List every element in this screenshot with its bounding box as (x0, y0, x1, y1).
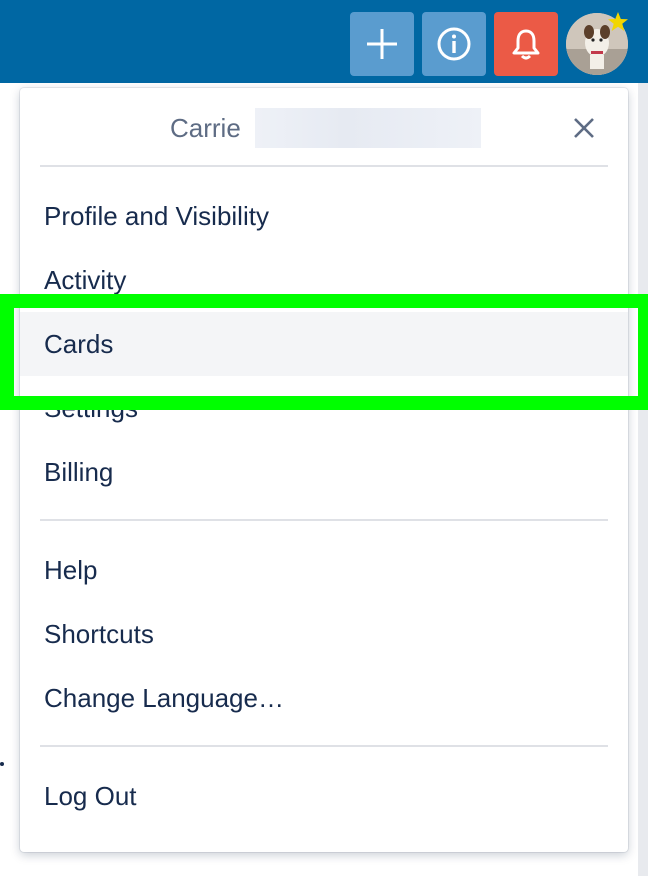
menu-item-label: Billing (44, 457, 114, 487)
menu-item-help[interactable]: Help (20, 542, 628, 598)
divider (40, 745, 608, 747)
menu-item-change-language[interactable]: Change Language… (20, 670, 628, 726)
divider (40, 519, 608, 521)
menu-item-activity[interactable]: Activity (20, 252, 628, 308)
menu-item-label: Profile and Visibility (44, 201, 269, 231)
menu-item-cards[interactable]: Cards (20, 312, 628, 376)
page-dot (0, 762, 4, 766)
menu-item-label: Change Language… (44, 683, 284, 713)
close-icon (574, 118, 594, 138)
close-button[interactable] (568, 112, 600, 144)
menu-item-label: Log Out (44, 781, 137, 811)
notifications-button[interactable] (494, 12, 558, 76)
popover-title: Carrie (170, 113, 241, 143)
bell-icon (512, 29, 540, 60)
divider (40, 165, 608, 167)
plus-icon (367, 29, 397, 59)
member-menu-popover: Carrie Profile and Visibility Activity C… (20, 88, 628, 852)
info-icon (437, 27, 471, 61)
menu-item-label: Cards (44, 329, 114, 359)
top-header-bar (0, 0, 648, 83)
info-button[interactable] (422, 12, 486, 76)
menu-item-profile[interactable]: Profile and Visibility (20, 188, 628, 244)
menu-item-log-out[interactable]: Log Out (20, 768, 628, 824)
menu-item-label: Activity (44, 265, 127, 295)
scrollbar-track (638, 83, 648, 876)
menu-item-shortcuts[interactable]: Shortcuts (20, 606, 628, 662)
menu-item-label: Help (44, 555, 98, 585)
menu-item-settings[interactable]: Settings (20, 380, 628, 436)
redacted-name (255, 108, 481, 148)
menu-item-label: Shortcuts (44, 619, 154, 649)
menu-item-label: Settings (44, 393, 138, 423)
menu-item-billing[interactable]: Billing (20, 444, 628, 500)
popover-header: Carrie (20, 88, 628, 166)
star-badge-icon (608, 12, 628, 31)
add-button[interactable] (350, 12, 414, 76)
